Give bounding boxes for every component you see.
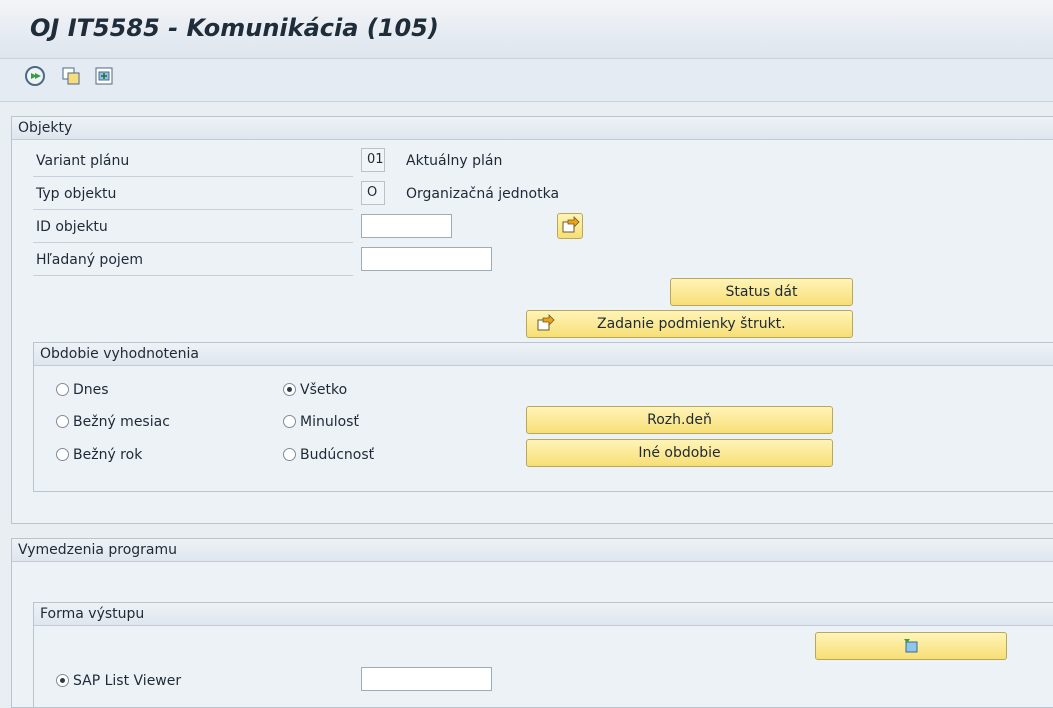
- arrow-right-icon: [537, 314, 555, 331]
- object-type-label: Typ objektu: [36, 186, 117, 202]
- radio-sap-list-viewer[interactable]: SAP List Viewer: [56, 673, 181, 689]
- radio-current-year[interactable]: Bežný rok: [56, 447, 142, 463]
- execute-icon[interactable]: [24, 65, 46, 87]
- radio-today[interactable]: Dnes: [56, 382, 109, 398]
- radio-label: Všetko: [300, 382, 348, 398]
- copy-variant-icon[interactable]: [60, 65, 82, 87]
- key-date-button[interactable]: Rozh.deň: [526, 406, 833, 434]
- radio-future[interactable]: Budúcnosť: [283, 447, 374, 463]
- layout-input[interactable]: [361, 667, 492, 691]
- application-toolbar: [0, 59, 1053, 102]
- radio-dot: [283, 415, 296, 428]
- radio-label: Minulosť: [300, 414, 359, 430]
- radio-dot: [56, 674, 69, 687]
- object-type-code: O: [361, 181, 385, 205]
- radio-past[interactable]: Minulosť: [283, 414, 359, 430]
- radio-dot: [56, 383, 69, 396]
- radio-label: Bežný mesiac: [73, 414, 170, 430]
- plan-variant-label: Variant plánu: [36, 153, 130, 169]
- search-term-label: Hľadaný pojem: [36, 252, 144, 268]
- radio-dot: [283, 383, 296, 396]
- program-header: Vymedzenia programu: [12, 539, 1053, 562]
- page-title: OJ IT5585 - Komunikácia (105): [30, 14, 439, 42]
- selection-options-icon[interactable]: [93, 65, 115, 87]
- radio-dot: [56, 448, 69, 461]
- layout-icon: [904, 639, 918, 653]
- label-divider: [33, 209, 353, 210]
- label-divider: [33, 275, 353, 276]
- arrow-right-icon: [562, 216, 580, 233]
- structure-condition-label: Zadanie podmienky štrukt.: [597, 316, 786, 332]
- label-divider: [33, 176, 353, 177]
- plan-variant-code: 01: [361, 148, 385, 172]
- radio-current-month[interactable]: Bežný mesiac: [56, 414, 170, 430]
- structure-condition-button[interactable]: Zadanie podmienky štrukt.: [526, 310, 853, 338]
- object-id-input[interactable]: [361, 214, 452, 238]
- period-header: Obdobie vyhodnotenia: [34, 343, 1053, 366]
- other-period-button[interactable]: Iné obdobie: [526, 439, 833, 467]
- object-id-search-button[interactable]: [557, 213, 583, 239]
- plan-variant-text: Aktuálny plán: [406, 153, 503, 169]
- radio-label: SAP List Viewer: [73, 673, 182, 689]
- radio-label: Dnes: [73, 382, 109, 398]
- objects-header: Objekty: [12, 117, 1053, 140]
- object-type-text: Organizačná jednotka: [406, 186, 560, 202]
- status-button[interactable]: Status dát: [670, 278, 853, 306]
- radio-dot: [56, 415, 69, 428]
- radio-label: Budúcnosť: [300, 447, 375, 463]
- object-id-label: ID objektu: [36, 219, 108, 235]
- radio-all[interactable]: Všetko: [283, 382, 347, 398]
- label-divider: [33, 242, 353, 243]
- search-term-input[interactable]: [361, 247, 492, 271]
- radio-dot: [283, 448, 296, 461]
- output-header: Forma výstupu: [34, 603, 1053, 626]
- layout-button[interactable]: [815, 632, 1007, 660]
- title-bar: OJ IT5585 - Komunikácia (105): [0, 0, 1053, 59]
- radio-label: Bežný rok: [73, 447, 143, 463]
